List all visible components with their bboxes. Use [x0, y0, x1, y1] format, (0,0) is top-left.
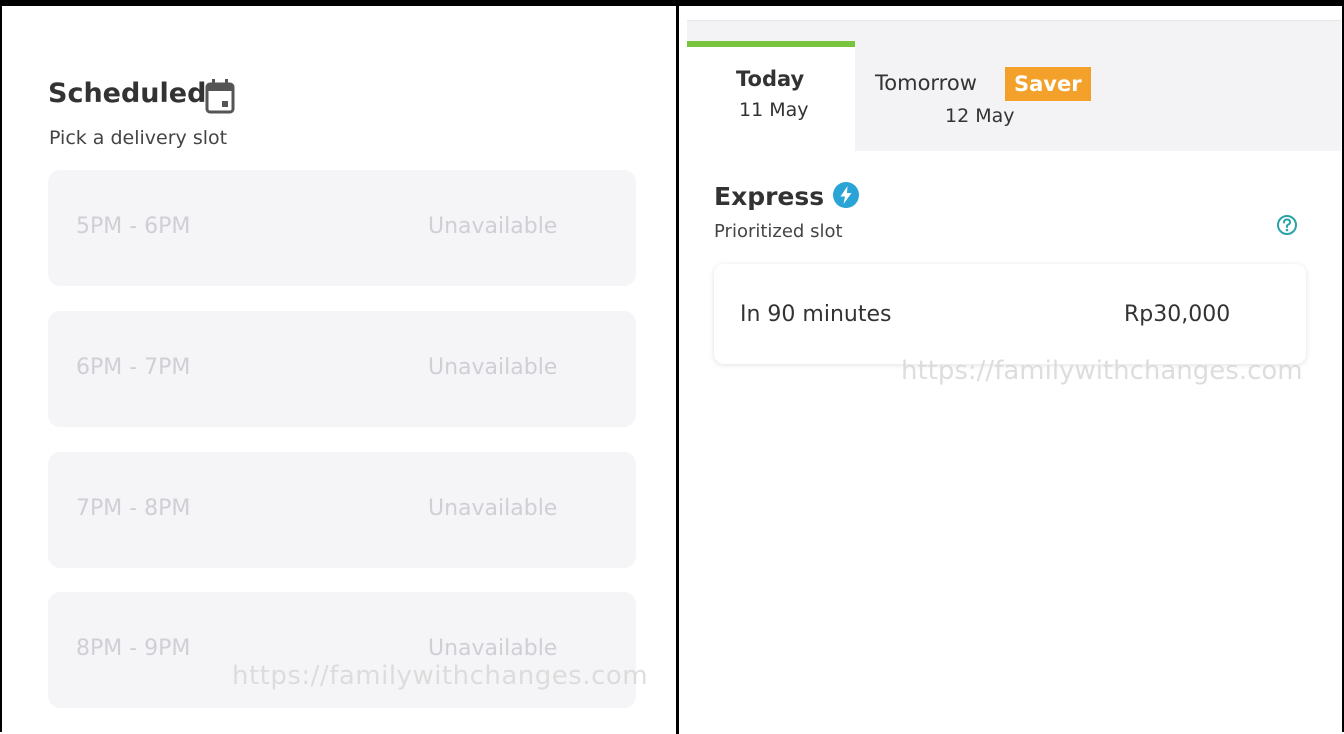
date-tabs: Today 11 May Tomorrow Saver 12 May — [687, 20, 1341, 151]
slot-status: Unavailable — [428, 355, 558, 380]
slot-time: 7PM - 8PM — [76, 496, 191, 521]
delivery-slot[interactable]: 5PM - 6PM Unavailable — [48, 170, 636, 286]
tab-tomorrow-label[interactable]: Tomorrow — [875, 71, 977, 95]
express-title: Express — [714, 182, 825, 211]
delivery-slot[interactable]: 6PM - 7PM Unavailable — [48, 311, 636, 427]
tab-tomorrow-date[interactable]: 12 May — [945, 105, 1015, 127]
scheduled-subtitle: Pick a delivery slot — [49, 127, 228, 149]
active-tab-indicator — [687, 41, 855, 47]
express-option-card[interactable]: In 90 minutes Rp30,000 — [714, 264, 1306, 364]
calendar-icon — [205, 78, 235, 114]
express-subtitle: Prioritized slot — [714, 221, 843, 242]
slot-time: 6PM - 7PM — [76, 355, 191, 380]
watermark: https://familywithchanges.com — [901, 356, 1303, 386]
tab-today-date: 11 May — [739, 99, 809, 121]
slot-status: Unavailable — [428, 214, 558, 239]
saver-badge: Saver — [1005, 67, 1091, 101]
lightning-icon — [832, 181, 860, 209]
express-option-time: In 90 minutes — [740, 302, 892, 327]
slot-time: 5PM - 6PM — [76, 214, 191, 239]
express-option-price: Rp30,000 — [1124, 302, 1231, 327]
slot-status: Unavailable — [428, 496, 558, 521]
delivery-slot[interactable]: 7PM - 8PM Unavailable — [48, 452, 636, 568]
slot-time: 8PM - 9PM — [76, 636, 191, 661]
watermark: https://familywithchanges.com — [232, 661, 649, 691]
express-panel: Today 11 May Tomorrow Saver 12 May Expre… — [679, 6, 1344, 734]
scheduled-title: Scheduled — [48, 78, 207, 109]
help-icon[interactable] — [1276, 214, 1298, 236]
scheduled-panel: Scheduled Pick a delivery slot 5PM - 6PM… — [2, 6, 676, 734]
slot-status: Unavailable — [428, 636, 558, 661]
tab-today[interactable] — [687, 41, 855, 151]
tab-today-label: Today — [736, 67, 805, 91]
